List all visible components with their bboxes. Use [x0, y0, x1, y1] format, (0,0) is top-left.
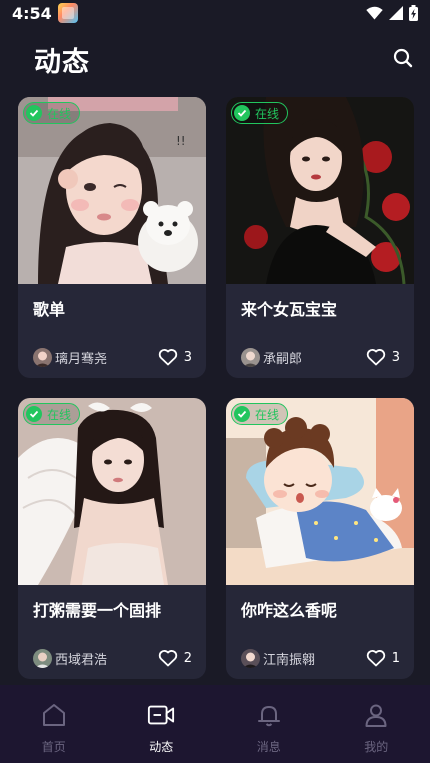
post-title: 来个女瓦宝宝 [241, 300, 338, 319]
heart-icon [366, 650, 385, 667]
like-button[interactable]: 3 [366, 348, 400, 366]
post-title: 歌单 [33, 300, 66, 319]
like-button[interactable]: 1 [366, 649, 400, 667]
svg-text:!!: !! [176, 134, 186, 148]
search-button[interactable] [390, 45, 416, 71]
post-footer: 璃月骞尧 3 [33, 347, 192, 367]
app-notification-icon [57, 3, 78, 23]
like-count: 3 [391, 349, 400, 365]
nav-item-feed[interactable]: 动态 [108, 685, 216, 763]
post-footer: 西域君浩 2 [33, 648, 192, 668]
like-button[interactable]: 3 [158, 348, 192, 366]
avatar[interactable] [241, 347, 260, 367]
wifi-icon [366, 6, 383, 20]
heart-icon [158, 650, 177, 667]
author-name[interactable]: 西域君浩 [55, 649, 107, 668]
bell-icon [255, 701, 283, 729]
post-footer: 承嗣郎 3 [241, 347, 400, 367]
status-time: 4:54 [12, 3, 52, 23]
online-label: 在线 [255, 106, 280, 121]
author-name[interactable]: 承嗣郎 [263, 348, 302, 367]
status-bar: 4:54 [0, 0, 430, 26]
online-badge: 在线 [231, 403, 289, 425]
post-title: 你咋这么香呢 [241, 601, 338, 620]
post-image: 在线 [226, 97, 414, 284]
heart-icon [158, 349, 177, 366]
nav-item-messages[interactable]: 消息 [215, 685, 323, 763]
nav-item-profile[interactable]: 我的 [323, 685, 430, 763]
battery-icon [409, 5, 418, 21]
post-card[interactable]: 在线 你咋这么香呢 江南振翱 1 [226, 398, 414, 679]
online-label: 在线 [255, 407, 280, 422]
post-image: 在线 [18, 398, 206, 585]
check-icon [234, 406, 250, 422]
home-icon [40, 701, 68, 729]
avatar[interactable] [33, 347, 52, 367]
header: 动态 [0, 30, 430, 86]
like-count: 1 [391, 650, 400, 666]
online-badge: 在线 [23, 102, 81, 124]
like-count: 2 [183, 650, 192, 666]
bottom-nav: 首页 动态 消息 我的 [0, 685, 430, 763]
online-label: 在线 [47, 106, 72, 121]
nav-label: 动态 [149, 740, 174, 754]
post-image: 在线 [226, 398, 414, 585]
user-icon [362, 701, 390, 729]
avatar[interactable] [241, 648, 260, 668]
online-badge: 在线 [23, 403, 81, 425]
online-label: 在线 [47, 407, 72, 422]
status-icons [366, 5, 418, 21]
post-card[interactable]: !! 在线 歌单 璃月骞尧 3 [18, 97, 206, 378]
signal-icon [389, 6, 403, 20]
video-icon [147, 701, 175, 729]
avatar[interactable] [33, 648, 52, 668]
post-image: !! 在线 [18, 97, 206, 284]
post-card[interactable]: 在线 来个女瓦宝宝 承嗣郎 3 [226, 97, 414, 378]
search-icon [393, 48, 413, 68]
nav-label: 首页 [41, 740, 66, 754]
post-card[interactable]: 在线 打粥需要一个固排 西域君浩 2 [18, 398, 206, 679]
check-icon [234, 105, 250, 121]
post-title: 打粥需要一个固排 [33, 601, 162, 620]
like-count: 3 [183, 349, 192, 365]
like-button[interactable]: 2 [158, 649, 192, 667]
nav-item-home[interactable]: 首页 [0, 685, 108, 763]
heart-icon [366, 349, 385, 366]
author-name[interactable]: 江南振翱 [263, 649, 315, 668]
page-title: 动态 [34, 47, 90, 78]
check-icon [26, 105, 42, 121]
post-footer: 江南振翱 1 [241, 648, 400, 668]
check-icon [26, 406, 42, 422]
author-name[interactable]: 璃月骞尧 [55, 348, 107, 367]
online-badge: 在线 [231, 102, 289, 124]
nav-label: 消息 [256, 740, 281, 754]
nav-label: 我的 [364, 740, 389, 754]
